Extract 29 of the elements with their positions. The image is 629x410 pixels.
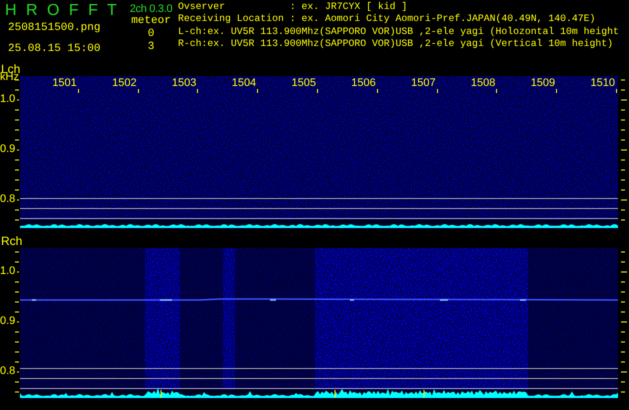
frequency-tick-label: 0.9 xyxy=(0,316,16,327)
info-line: L-ch:ex. UV5R 113.900Mhz(SAPPORO VOR)USB ,2-ele yagi (Holozontal 10m height xyxy=(178,26,620,38)
frequency-tick-label: 1.0 xyxy=(0,94,16,105)
frequency-tick-label: 0.8 xyxy=(0,194,16,205)
detection-label: meteor xyxy=(131,15,171,27)
time-tick-label: 1503 xyxy=(172,78,196,89)
time-tick-label: 1508 xyxy=(470,78,496,89)
info-line: Ovserver : ex. JR7CYX [ kid ] xyxy=(178,1,408,14)
time-tick-label: 1509 xyxy=(530,78,556,89)
info-line: R-ch:ex. UV5R 113.900Mhz(SAPPORO VOR)USB ,2-ele yagi (Vertical 10m height) xyxy=(178,38,614,50)
app-title: H R O F F T xyxy=(5,2,118,20)
unit-label: kHz xyxy=(0,72,19,83)
time-tick-label: 1510 xyxy=(590,78,615,89)
time-tick-label: 1504 xyxy=(232,78,256,89)
time-tick-label: 1507 xyxy=(411,78,436,89)
frequency-tick-label: 1.0 xyxy=(0,266,16,277)
info-line: Receiving Location : ex. Aomori City Aomori-Pref.JAPAN(40.49N, 140.47E) xyxy=(178,13,596,26)
version-label: 2ch 0.3.0 xyxy=(130,4,172,15)
filename-label: 2508151500.png xyxy=(8,22,102,34)
count-label: 0 xyxy=(148,29,154,40)
frequency-tick-label: 0.9 xyxy=(0,144,16,155)
count-label: 3 xyxy=(148,42,154,53)
channel-label: Rch xyxy=(0,234,24,248)
frequency-tick-label: 0.8 xyxy=(0,366,16,377)
timestamp-label: 25.08.15 15:00 xyxy=(8,43,102,55)
time-tick-label: 1501 xyxy=(52,78,77,89)
time-tick-label: 1505 xyxy=(292,78,316,89)
time-tick-label: 1506 xyxy=(351,78,376,89)
time-tick-label: 1502 xyxy=(112,78,137,89)
